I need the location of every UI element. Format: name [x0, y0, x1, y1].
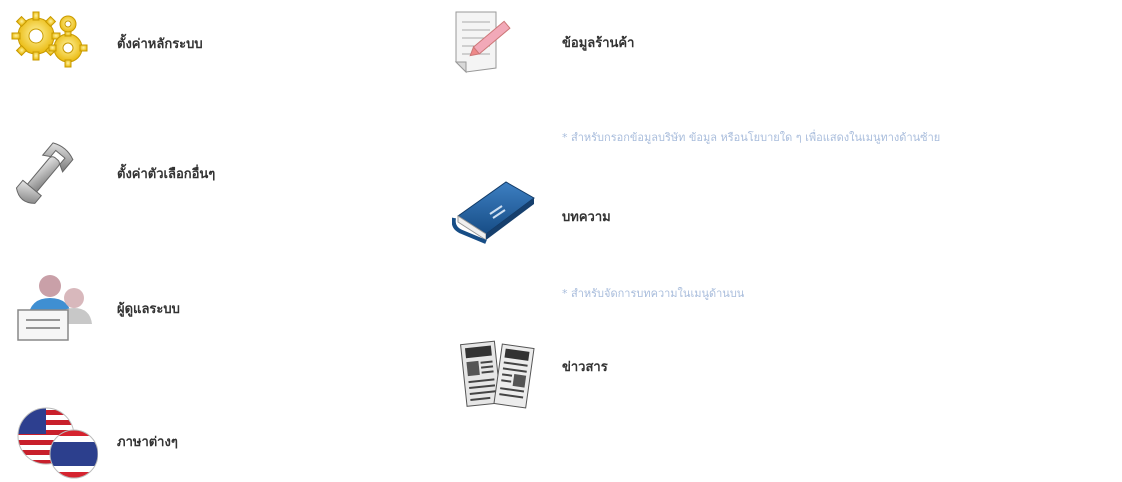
- store-info-label: ข้อมูลร้านค้า: [562, 36, 635, 51]
- system-settings-label: ตั้งค่าหลักระบบ: [117, 37, 203, 52]
- users-icon: [14, 272, 100, 344]
- articles-note: * สำหรับจัดการบทความในเมนูด้านบน: [562, 287, 745, 300]
- store-info-note: * สำหรับกรอกข้อมูลบริษัท ข้อมูล หรือนโยบ…: [562, 131, 941, 144]
- book-icon: [452, 176, 538, 246]
- newspaper-icon: [458, 336, 538, 414]
- administrators-label: ผู้ดูแลระบบ: [117, 302, 180, 317]
- flags-icon: [16, 406, 98, 482]
- document-edit-icon: [452, 8, 522, 76]
- articles-label: บทความ: [562, 210, 611, 225]
- other-options-label: ตั้งค่าตัวเลือกอื่นๆ: [117, 167, 216, 182]
- gears-icon: [8, 6, 94, 72]
- languages-label: ภาษาต่างๆ: [117, 435, 178, 450]
- wrench-icon: [8, 140, 78, 210]
- news-label: ข่าวสาร: [562, 360, 608, 375]
